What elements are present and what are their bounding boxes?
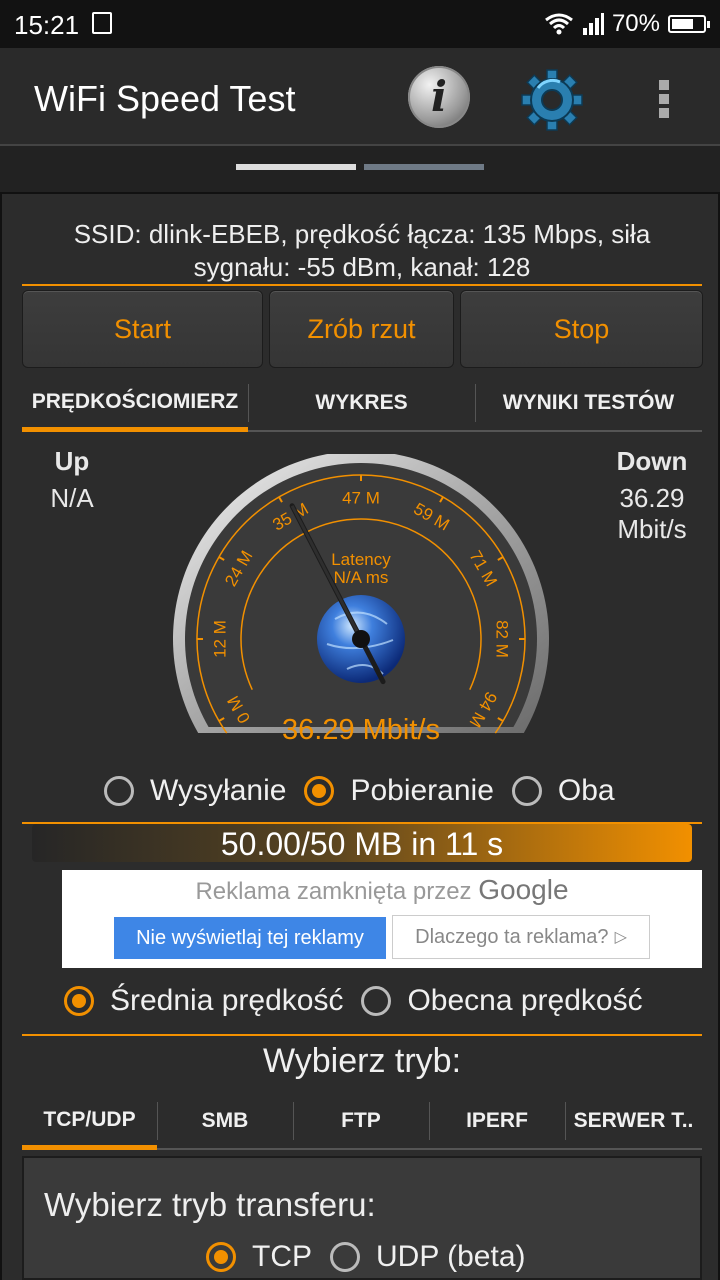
progress-text: 50.00/50 MB in 11 s: [220, 826, 504, 862]
upload-value: N/A: [50, 483, 94, 513]
start-button[interactable]: Start: [22, 290, 263, 368]
app-bar: WiFi Speed Test i: [0, 48, 720, 144]
tab-iperf[interactable]: IPERF: [429, 1094, 565, 1150]
wifi-icon: [545, 13, 573, 35]
why-ad-label: Dlaczego ta reklama?: [415, 925, 609, 948]
gauge-reading: 36.29 Mbit/s: [282, 714, 440, 746]
tab-smb[interactable]: SMB: [157, 1094, 293, 1150]
main-panel: SSID: dlink-EBEB, prędkość łącza: 135 Mb…: [0, 194, 720, 1280]
mode-tabs: TCP/UDP SMB FTP IPERF SERWER T..: [22, 1094, 702, 1150]
upload-stat: Up N/A: [12, 446, 132, 514]
ad-closed-message: Reklama zamknięta przez Google: [62, 874, 702, 906]
radio-download[interactable]: [304, 776, 335, 806]
page-indicator: [0, 144, 720, 194]
divider: [22, 1034, 702, 1036]
gear-icon[interactable]: [518, 66, 586, 134]
radio-average-speed-label[interactable]: Średnia prędkość: [110, 984, 343, 1018]
radio-tcp-label[interactable]: TCP: [252, 1240, 312, 1274]
download-label: Down: [616, 446, 688, 476]
why-ad-button[interactable]: Dlaczego ta reklama? ▷: [392, 915, 650, 959]
adchoices-icon: ▷: [614, 929, 627, 946]
speed-mode-radio-group: Średnia prędkość Obecna prędkość: [64, 984, 661, 1018]
image-notification-icon: [92, 12, 112, 34]
capture-button[interactable]: Zrób rzut: [269, 290, 454, 368]
tab-speedometer[interactable]: PRĘDKOŚCIOMIERZ: [22, 376, 248, 432]
direction-radio-group: Wysyłanie Pobieranie Oba: [104, 774, 633, 808]
more-vert-icon[interactable]: [652, 76, 676, 124]
tab-test-results[interactable]: WYNIKI TESTÓW: [475, 376, 702, 432]
network-info: SSID: dlink-EBEB, prędkość łącza: 135 Mb…: [73, 219, 651, 282]
radio-udp[interactable]: [330, 1242, 360, 1272]
transfer-progress-bar: 50.00/50 MB in 11 s: [32, 824, 692, 862]
radio-average-speed[interactable]: [64, 986, 94, 1016]
gauge-tick-label: 82 M: [493, 620, 512, 658]
radio-udp-label[interactable]: UDP (beta): [376, 1240, 526, 1274]
tab-tcp-udp[interactable]: TCP/UDP: [22, 1094, 157, 1150]
battery-percent: 70%: [611, 10, 660, 37]
ad-closed-text: Reklama zamknięta przez: [195, 878, 472, 905]
radio-upload-label[interactable]: Wysyłanie: [150, 774, 286, 808]
radio-download-label[interactable]: Pobieranie: [350, 774, 493, 808]
latency-value: N/A ms: [334, 568, 389, 587]
transfer-mode-title: Wybierz tryb transferu:: [44, 1186, 376, 1223]
ad-banner: Reklama zamknięta przez Google Nie wyświ…: [62, 870, 702, 968]
radio-both-label[interactable]: Oba: [558, 774, 615, 808]
gauge-tick-label: 12 M: [210, 620, 229, 658]
tab-chart[interactable]: WYKRES: [248, 376, 475, 432]
status-time: 15:21: [14, 10, 80, 40]
transfer-mode-panel: Wybierz tryb transferu: TCP UDP (beta): [22, 1156, 702, 1280]
hide-ad-button[interactable]: Nie wyświetlaj tej reklamy: [114, 917, 386, 959]
download-stat: Down 36.29 Mbit/s: [582, 446, 720, 545]
latency-label: Latency: [331, 550, 391, 569]
status-bar: 15:21 70%: [0, 0, 720, 48]
tab-server[interactable]: SERWER T..: [565, 1094, 702, 1150]
download-value: 36.29: [619, 483, 685, 513]
transfer-radio-group: TCP UDP (beta): [206, 1240, 544, 1274]
gauge-tick-label: 47 M: [342, 488, 380, 507]
radio-tcp[interactable]: [206, 1242, 236, 1272]
download-unit: Mbit/s: [617, 514, 687, 544]
main-tabs: PRĘDKOŚCIOMIERZ WYKRES WYNIKI TESTÓW: [22, 376, 702, 432]
page-indicator-active[interactable]: [236, 164, 356, 170]
radio-both[interactable]: [511, 776, 542, 806]
divider: [22, 284, 702, 286]
app-title: WiFi Speed Test: [34, 78, 296, 119]
google-logo: Google: [478, 874, 569, 905]
speedometer-gauge: 0 M12 M24 M35 M47 M59 M71 M82 M94 M Late…: [173, 454, 549, 746]
upload-label: Up: [54, 446, 90, 476]
mode-title: Wybierz tryb:: [262, 1042, 462, 1080]
info-icon[interactable]: i: [408, 66, 470, 128]
radio-upload[interactable]: [104, 776, 134, 806]
radio-current-speed-label[interactable]: Obecna prędkość: [407, 984, 642, 1018]
status-icons: 70%: [544, 10, 710, 38]
battery-icon: [668, 15, 710, 33]
stop-button[interactable]: Stop: [460, 290, 703, 368]
signal-icon: [582, 13, 604, 35]
tab-ftp[interactable]: FTP: [293, 1094, 429, 1150]
page-indicator-inactive[interactable]: [364, 164, 484, 170]
radio-current-speed[interactable]: [361, 986, 392, 1016]
